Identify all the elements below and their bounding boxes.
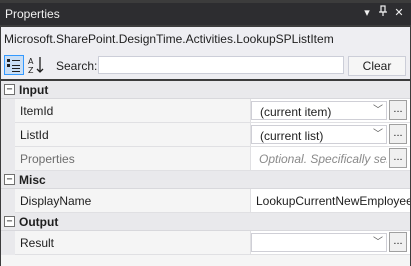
ellipsis-button[interactable]: ... [389, 100, 407, 120]
row-gutter [1, 123, 15, 147]
collapse-icon[interactable]: − [4, 216, 15, 227]
displayname-field[interactable]: LookupCurrentNewEmployee [251, 189, 410, 213]
sort-az-icon: A Z [28, 57, 44, 75]
collapse-icon[interactable]: − [4, 84, 15, 95]
properties-placeholder: Optional. Specifically sele [259, 152, 387, 166]
property-name-text: Properties [20, 152, 75, 166]
categorized-icon [7, 59, 20, 72]
pin-icon[interactable] [376, 5, 390, 21]
property-value[interactable]: Optional. Specifically sele ... [251, 147, 410, 171]
category-label: Misc [19, 173, 46, 187]
ellipsis-button[interactable]: ... [389, 148, 407, 168]
category-output[interactable]: − Output [1, 213, 410, 231]
category-label: Input [19, 83, 49, 97]
category-input[interactable]: − Input [1, 81, 410, 99]
property-name: Properties [15, 147, 251, 171]
alphabetical-button[interactable]: A Z [26, 55, 46, 75]
itemid-dropdown[interactable]: (current item) ﹀ [251, 101, 387, 120]
collapse-icon[interactable]: − [4, 174, 15, 185]
properties-toolbar: A Z Search: Clear [1, 51, 410, 79]
property-row-listid: ListId (current list) ﹀ ... [1, 123, 410, 147]
property-name-text: ItemId [20, 104, 54, 118]
property-row-result: Result ﹀ ... [1, 231, 410, 255]
ellipsis-button[interactable]: ... [389, 232, 407, 252]
listid-dropdown[interactable]: (current list) ﹀ [251, 125, 387, 144]
property-name-text: Result [20, 236, 55, 250]
clear-button[interactable]: Clear [348, 56, 406, 76]
ellipsis-button[interactable]: ... [389, 124, 407, 144]
selected-type-name: Microsoft.SharePoint.DesignTime.Activiti… [4, 32, 334, 46]
row-gutter [1, 189, 15, 213]
dropdown-value: (current list) [260, 129, 324, 143]
dropdown-value: (current item) [260, 105, 332, 119]
chevron-down-icon[interactable]: ﹀ [371, 235, 385, 251]
property-name-text: ListId [20, 128, 49, 142]
row-gutter [1, 99, 15, 123]
search-input[interactable] [98, 56, 344, 74]
row-gutter [1, 147, 15, 171]
close-icon[interactable]: ✕ [392, 5, 406, 21]
chevron-down-icon[interactable]: ﹀ [371, 103, 385, 119]
title-bar: Properties ▾ ✕ [0, 3, 411, 25]
property-name: Result [15, 231, 251, 255]
categorized-button[interactable] [4, 55, 24, 75]
property-row-itemid: ItemId (current item) ﹀ ... [1, 99, 410, 123]
svg-text:Z: Z [28, 66, 34, 75]
property-name-text: DisplayName [20, 194, 92, 208]
property-row-displayname: DisplayName LookupCurrentNewEmployee [1, 189, 410, 213]
property-value: (current item) ﹀ ... [251, 99, 410, 123]
property-name: ListId [15, 123, 251, 147]
row-gutter [1, 231, 15, 255]
chevron-down-icon[interactable]: ﹀ [371, 127, 385, 143]
property-row-properties: Properties Optional. Specifically sele .… [1, 147, 410, 171]
search-label: Search: [56, 59, 98, 73]
category-label: Output [19, 215, 59, 229]
category-misc[interactable]: − Misc [1, 171, 410, 189]
dropdown-menu-icon[interactable]: ▾ [360, 5, 374, 21]
properties-window: Properties ▾ ✕ Microsoft.SharePoint.Desi… [0, 0, 411, 266]
svg-text:A: A [28, 57, 34, 66]
property-name: ItemId [15, 99, 251, 123]
property-value: (current list) ﹀ ... [251, 123, 410, 147]
property-grid: − Input ItemId (current item) ﹀ ... List… [1, 81, 410, 266]
selected-type-bar: Microsoft.SharePoint.DesignTime.Activiti… [1, 27, 410, 51]
property-name: DisplayName [15, 189, 251, 213]
property-value: ﹀ ... [251, 231, 410, 255]
result-dropdown[interactable]: ﹀ [251, 233, 387, 252]
displayname-value: LookupCurrentNewEmployee [256, 194, 410, 208]
window-title: Properties [5, 7, 60, 21]
